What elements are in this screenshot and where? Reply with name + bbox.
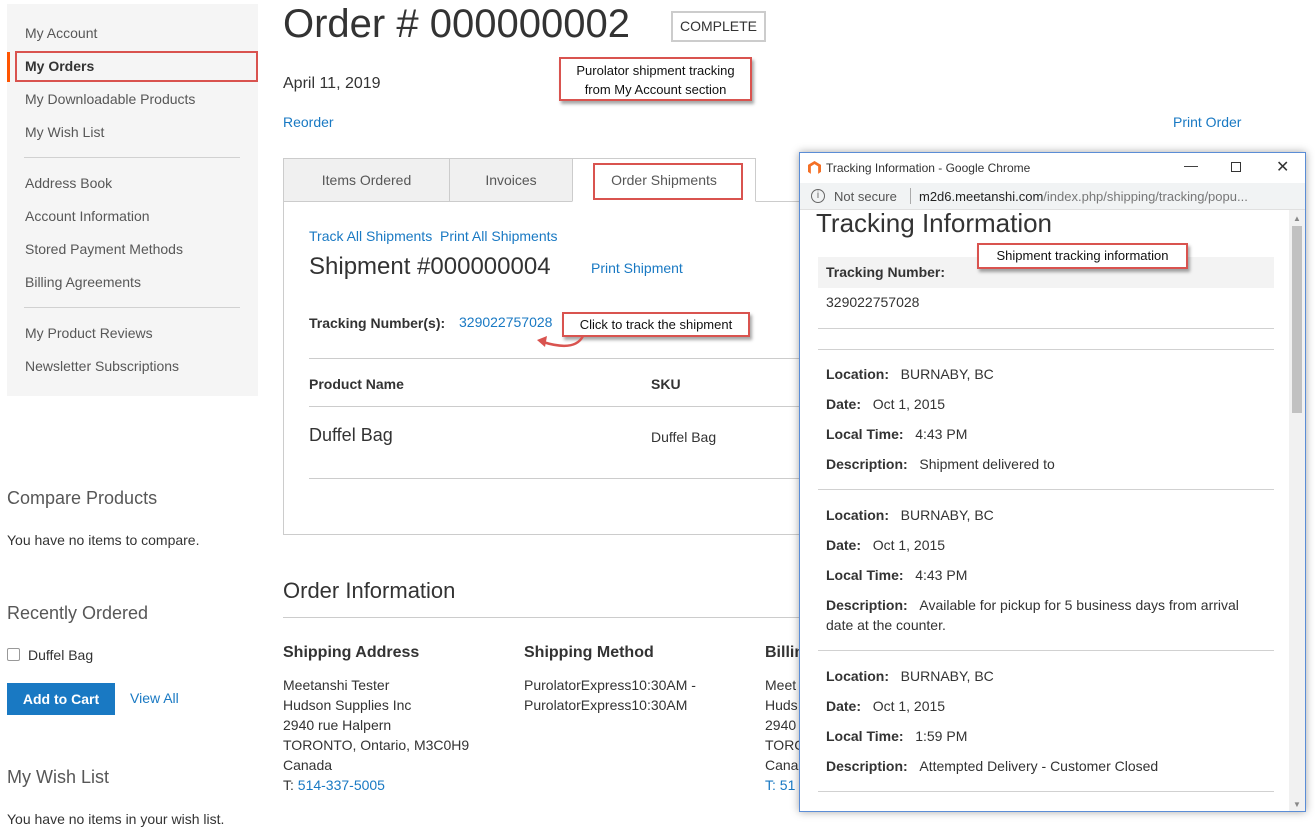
- nav-address-book[interactable]: Address Book: [25, 175, 112, 191]
- scrollbar[interactable]: ▲ ▼: [1289, 210, 1305, 811]
- event-date: Date: Oct 1, 2015: [826, 698, 946, 714]
- nav-divider: [24, 307, 240, 308]
- nav-stored-payment-methods[interactable]: Stored Payment Methods: [25, 241, 183, 257]
- callout-my-account-tracking: Purolator shipment tracking from My Accou…: [559, 57, 752, 101]
- track-all-shipments-link[interactable]: Track All Shipments: [309, 228, 432, 244]
- order-status-badge: COMPLETE: [671, 11, 766, 42]
- divider: [309, 406, 803, 407]
- shipments-panel: [283, 201, 803, 535]
- event-location: Location: BURNABY, BC: [826, 366, 994, 382]
- order-date: April 11, 2019: [283, 75, 381, 92]
- maximize-icon[interactable]: [1231, 162, 1241, 172]
- active-indicator: [7, 52, 10, 82]
- reorder-link[interactable]: Reorder: [283, 114, 334, 130]
- nav-product-reviews[interactable]: My Product Reviews: [25, 325, 153, 341]
- phone-link[interactable]: 514-337-5005: [298, 777, 385, 793]
- close-icon[interactable]: ✕: [1276, 157, 1289, 177]
- divider: [818, 489, 1274, 490]
- nav-newsletter-subscriptions[interactable]: Newsletter Subscriptions: [25, 358, 179, 374]
- page-title: Order # 000000002: [283, 2, 630, 46]
- print-all-shipments-link[interactable]: Print All Shipments: [440, 228, 558, 244]
- event-date: Date: Oct 1, 2015: [826, 537, 946, 553]
- col-product-name: Product Name: [309, 376, 404, 392]
- arrow-icon: [537, 335, 585, 348]
- add-to-cart-button[interactable]: Add to Cart: [7, 683, 115, 715]
- address-bar[interactable]: i Not secure m2d6.meetanshi.com/index.ph…: [800, 183, 1305, 210]
- callout-shipment-info: Shipment tracking information: [977, 243, 1188, 269]
- event-time: Local Time: 1:59 PM: [826, 728, 968, 744]
- compare-empty-text: You have no items to compare.: [7, 532, 200, 548]
- col-sku: SKU: [651, 376, 681, 392]
- tab-invoices[interactable]: Invoices: [449, 158, 573, 202]
- info-icon[interactable]: i: [811, 189, 825, 203]
- divider: [818, 328, 1274, 329]
- recent-item-name: Duffel Bag: [28, 647, 94, 663]
- event-description: Description: Shipment delivered to: [826, 456, 1055, 472]
- tracking-number-link[interactable]: 329022757028: [459, 314, 552, 330]
- shipping-method: PurolatorExpress10:30AM - PurolatorExpre…: [524, 677, 696, 713]
- product-name: Duffel Bag: [309, 425, 393, 445]
- event-date: Date: Oct 1, 2015: [826, 396, 946, 412]
- scroll-up-icon[interactable]: ▲: [1293, 214, 1301, 223]
- event-description-cont: date at the counter.: [826, 617, 946, 633]
- highlight-my-orders: [15, 51, 258, 82]
- nav-my-account[interactable]: My Account: [25, 25, 97, 41]
- nav-divider: [24, 157, 240, 158]
- divider: [309, 478, 803, 479]
- event-location: Location: BURNABY, BC: [826, 668, 994, 684]
- nav-billing-agreements[interactable]: Billing Agreements: [25, 274, 141, 290]
- url-text: m2d6.meetanshi.com/index.php/shipping/tr…: [919, 189, 1248, 204]
- order-information-title: Order Information: [283, 578, 456, 603]
- product-sku: Duffel Bag: [651, 429, 717, 445]
- event-time: Local Time: 4:43 PM: [826, 567, 968, 583]
- minimize-icon[interactable]: —: [1184, 157, 1198, 173]
- event-time: Local Time: 4:43 PM: [826, 426, 968, 442]
- magento-icon: [808, 161, 821, 174]
- popup-tracking-number: 329022757028: [826, 294, 920, 310]
- tracking-numbers-label: Tracking Number(s):: [309, 315, 446, 331]
- scrollbar-thumb[interactable]: [1292, 226, 1302, 413]
- not-secure-label: Not secure: [834, 189, 897, 204]
- wishlist-title: My Wish List: [7, 767, 110, 787]
- compare-products-title: Compare Products: [7, 488, 158, 508]
- divider: [283, 617, 803, 618]
- wishlist-empty-text: You have no items in your wish list.: [7, 811, 225, 827]
- tab-items-ordered[interactable]: Items Ordered: [283, 158, 450, 202]
- highlight-order-shipments: [593, 163, 743, 200]
- recently-ordered-title: Recently Ordered: [7, 603, 149, 623]
- event-description: Description: Attempted Delivery - Custom…: [826, 758, 1159, 774]
- divider: [818, 791, 1274, 792]
- divider: [309, 358, 803, 359]
- print-order-link[interactable]: Print Order: [1173, 114, 1241, 130]
- divider: [818, 650, 1274, 651]
- phone-prefix: T:: [283, 777, 294, 793]
- nav-downloadable-products[interactable]: My Downloadable Products: [25, 91, 195, 107]
- callout-click-track: Click to track the shipment: [562, 312, 750, 337]
- nav-account-information[interactable]: Account Information: [25, 208, 150, 224]
- print-shipment-link[interactable]: Print Shipment: [591, 260, 683, 276]
- event-location: Location: BURNABY, BC: [826, 507, 994, 523]
- shipment-title: Shipment #000000004: [309, 253, 551, 280]
- event-description: Description: Available for pickup for 5 …: [826, 597, 1239, 613]
- divider: [818, 349, 1274, 350]
- separator: [910, 188, 911, 204]
- shipping-method-title: Shipping Method: [524, 644, 654, 661]
- nav-my-wish-list[interactable]: My Wish List: [25, 124, 104, 140]
- popup-heading: Tracking Information: [816, 208, 1053, 238]
- scroll-down-icon[interactable]: ▼: [1293, 800, 1301, 809]
- shipping-address: Meetanshi Tester Hudson Supplies Inc 294…: [283, 677, 470, 793]
- window-title: Tracking Information - Google Chrome: [826, 161, 1031, 175]
- shipping-address-title: Shipping Address: [283, 644, 420, 661]
- recent-item-checkbox[interactable]: [7, 648, 20, 661]
- window-titlebar: Tracking Information - Google Chrome — ✕: [800, 153, 1305, 183]
- popup-tracking-label: Tracking Number:: [826, 264, 946, 280]
- view-all-link[interactable]: View All: [130, 690, 179, 706]
